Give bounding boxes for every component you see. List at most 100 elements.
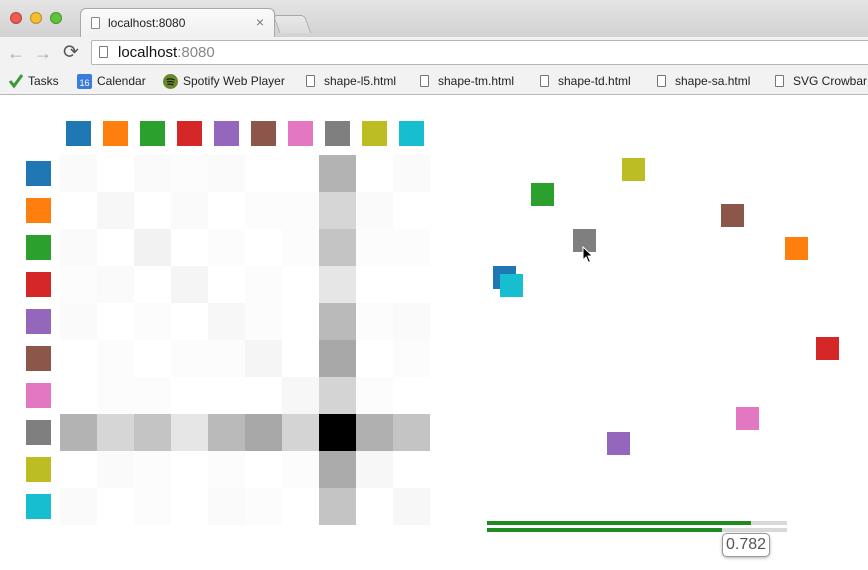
heatmap-cell[interactable]	[60, 340, 97, 377]
reload-icon[interactable]: ⟳	[60, 42, 82, 64]
heatmap-cell[interactable]	[208, 488, 245, 525]
scatter-point[interactable]	[785, 237, 808, 260]
new-tab-button[interactable]	[272, 15, 312, 33]
row-swatch[interactable]	[26, 383, 51, 408]
heatmap-cell[interactable]	[319, 266, 356, 303]
scatter-point[interactable]	[736, 407, 759, 430]
heatmap-cell[interactable]	[319, 192, 356, 229]
heatmap-cell[interactable]	[393, 229, 430, 266]
heatmap-cell[interactable]	[393, 266, 430, 303]
row-swatch[interactable]	[26, 346, 51, 371]
heatmap-cell[interactable]	[97, 155, 134, 192]
heatmap-cell[interactable]	[356, 340, 393, 377]
heatmap-cell[interactable]	[393, 488, 430, 525]
scatter-point[interactable]	[622, 158, 645, 181]
heatmap-cell[interactable]	[171, 414, 208, 451]
heatmap-cell[interactable]	[134, 229, 171, 266]
heatmap-cell[interactable]	[208, 303, 245, 340]
heatmap-cell[interactable]	[208, 192, 245, 229]
heatmap-cell[interactable]	[97, 192, 134, 229]
heatmap-cell[interactable]	[319, 229, 356, 266]
scatter-point[interactable]	[721, 204, 744, 227]
heatmap-cell[interactable]	[97, 229, 134, 266]
heatmap-cell[interactable]	[97, 266, 134, 303]
heatmap-cell[interactable]	[282, 303, 319, 340]
heatmap-cell[interactable]	[171, 229, 208, 266]
heatmap-cell[interactable]	[97, 451, 134, 488]
heatmap-cell[interactable]	[319, 488, 356, 525]
heatmap-cell[interactable]	[208, 340, 245, 377]
heatmap-cell[interactable]	[208, 266, 245, 303]
column-swatch[interactable]	[66, 121, 91, 146]
heatmap-cell[interactable]	[393, 155, 430, 192]
heatmap-cell[interactable]	[319, 340, 356, 377]
heatmap-cell[interactable]	[356, 488, 393, 525]
row-swatch[interactable]	[26, 457, 51, 482]
heatmap-cell[interactable]	[319, 303, 356, 340]
heatmap-cell[interactable]	[171, 266, 208, 303]
heatmap-cell[interactable]	[282, 155, 319, 192]
heatmap-cell[interactable]	[134, 303, 171, 340]
heatmap-cell[interactable]	[134, 340, 171, 377]
row-swatch[interactable]	[26, 272, 51, 297]
heatmap-cell[interactable]	[356, 155, 393, 192]
heatmap-cell[interactable]	[393, 377, 430, 414]
heatmap-cell[interactable]	[282, 414, 319, 451]
heatmap-cell[interactable]	[97, 488, 134, 525]
heatmap-cell[interactable]	[356, 377, 393, 414]
heatmap-cell[interactable]	[171, 377, 208, 414]
heatmap-cell[interactable]	[60, 414, 97, 451]
heatmap-cell[interactable]	[208, 155, 245, 192]
heatmap-cell[interactable]	[171, 192, 208, 229]
heatmap-cell[interactable]	[208, 377, 245, 414]
heatmap-cell[interactable]	[393, 192, 430, 229]
minimize-window-button[interactable]	[30, 12, 42, 24]
heatmap-cell[interactable]	[245, 266, 282, 303]
column-swatch[interactable]	[288, 121, 313, 146]
heatmap-cell[interactable]	[393, 303, 430, 340]
heatmap-cell[interactable]	[245, 488, 282, 525]
column-swatch[interactable]	[103, 121, 128, 146]
column-swatch[interactable]	[251, 121, 276, 146]
row-swatch[interactable]	[26, 309, 51, 334]
scatter-point[interactable]	[500, 274, 523, 297]
heatmap-cell[interactable]	[171, 340, 208, 377]
heatmap-cell[interactable]	[60, 192, 97, 229]
heatmap-cell[interactable]	[356, 192, 393, 229]
heatmap-cell[interactable]	[282, 340, 319, 377]
heatmap-cell[interactable]	[393, 451, 430, 488]
heatmap-cell[interactable]	[134, 192, 171, 229]
heatmap-cell[interactable]	[97, 414, 134, 451]
heatmap-cell[interactable]	[282, 192, 319, 229]
heatmap-cell[interactable]	[134, 414, 171, 451]
heatmap-cell[interactable]	[60, 155, 97, 192]
heatmap-cell[interactable]	[245, 155, 282, 192]
heatmap-cell[interactable]	[393, 340, 430, 377]
heatmap-cell[interactable]	[208, 451, 245, 488]
heatmap-cell[interactable]	[282, 488, 319, 525]
heatmap-cell[interactable]	[134, 377, 171, 414]
heatmap-cell[interactable]	[208, 414, 245, 451]
heatmap-cell[interactable]	[171, 303, 208, 340]
heatmap-cell[interactable]	[356, 303, 393, 340]
scatter-point[interactable]	[607, 432, 630, 455]
heatmap-cell[interactable]	[282, 377, 319, 414]
heatmap-cell[interactable]	[60, 488, 97, 525]
heatmap-cell[interactable]	[245, 377, 282, 414]
heatmap-cell[interactable]	[134, 488, 171, 525]
heatmap-cell[interactable]	[60, 229, 97, 266]
heatmap-cell[interactable]	[319, 451, 356, 488]
column-swatch[interactable]	[177, 121, 202, 146]
heatmap-cell[interactable]	[245, 414, 282, 451]
heatmap-cell[interactable]	[171, 451, 208, 488]
heatmap-cell[interactable]	[171, 488, 208, 525]
heatmap-cell[interactable]	[393, 414, 430, 451]
heatmap-cell[interactable]	[60, 451, 97, 488]
row-swatch[interactable]	[26, 494, 51, 519]
heatmap-cell[interactable]	[97, 303, 134, 340]
heatmap-cell[interactable]	[134, 451, 171, 488]
heatmap-cell[interactable]	[319, 414, 356, 451]
heatmap-cell[interactable]	[356, 451, 393, 488]
browser-tab[interactable]: localhost:8080 ×	[80, 8, 275, 37]
heatmap-cell[interactable]	[282, 266, 319, 303]
